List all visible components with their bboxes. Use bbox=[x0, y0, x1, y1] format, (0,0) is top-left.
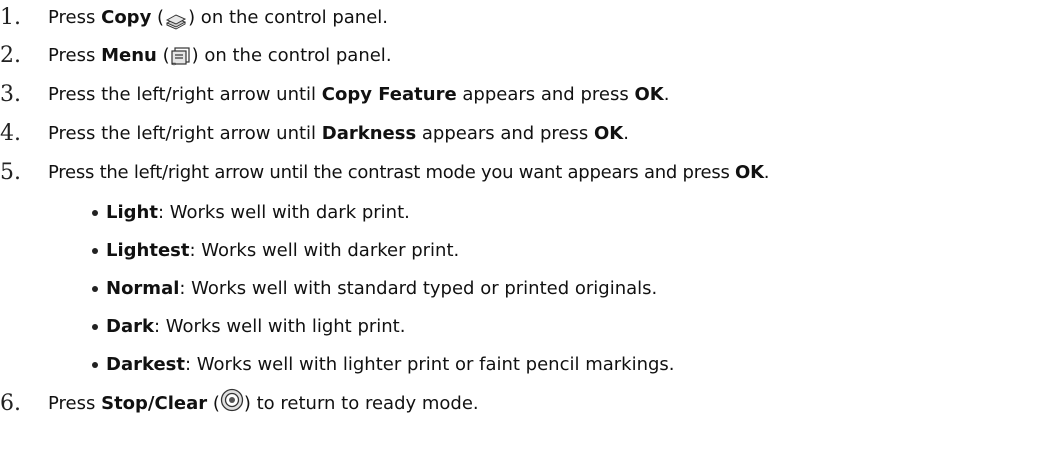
step-text: Press the left/right arrow until Copy Fe… bbox=[48, 77, 669, 113]
step-text-pre: Press the left/right arrow until bbox=[48, 123, 322, 144]
step-text-post: . bbox=[623, 123, 629, 144]
mode-desc: : Works well with light print. bbox=[153, 316, 406, 337]
mode-name: Lightest bbox=[106, 240, 190, 261]
mode-name: Darkest bbox=[106, 354, 185, 375]
ok-label: OK bbox=[634, 84, 664, 105]
mode-text: Normal: Works well with standard typed o… bbox=[106, 271, 657, 307]
darkness-label: Darkness bbox=[321, 123, 417, 144]
step-text: Press Copy ( ) on the control panel. bbox=[48, 0, 388, 36]
copy-icon bbox=[164, 8, 188, 30]
ok-label: OK bbox=[593, 123, 624, 144]
mode-desc: : Works well with lighter print or faint… bbox=[184, 354, 675, 375]
mode-text: Lightest: Works well with darker print. bbox=[106, 233, 459, 269]
step-text-post: . bbox=[763, 162, 770, 183]
stop-clear-label: Stop/Clear bbox=[101, 393, 208, 414]
stop-clear-icon bbox=[220, 388, 244, 412]
ok-label: OK bbox=[735, 162, 764, 183]
mode-name: Dark bbox=[106, 316, 154, 337]
bullet-dot bbox=[92, 324, 98, 330]
step-text-pre: Press bbox=[48, 393, 102, 414]
copy-label: Copy bbox=[101, 7, 152, 28]
mode-text: Dark: Works well with light print. bbox=[106, 309, 405, 345]
step-text-pre: Press bbox=[48, 7, 102, 28]
mode-text: Darkest: Works well with lighter print o… bbox=[106, 347, 675, 383]
bullet-dot bbox=[92, 248, 98, 254]
mode-name: Light bbox=[106, 202, 158, 223]
step-text: Press the left/right arrow until the con… bbox=[48, 155, 770, 191]
bullet-dot bbox=[92, 210, 98, 216]
step-text-pre: Press bbox=[48, 45, 102, 66]
step-text-mid: appears and press bbox=[416, 123, 594, 144]
mode-name: Normal bbox=[106, 278, 180, 299]
step-number: 2. bbox=[0, 43, 21, 68]
menu-icon: * bbox=[170, 45, 192, 70]
mode-desc: : Works well with dark print. bbox=[157, 202, 410, 223]
step-number: 4. bbox=[0, 121, 21, 146]
step-number: 6. bbox=[0, 391, 21, 416]
step-text: Press Menu (* ) on the control panel. bbox=[48, 38, 392, 74]
step-text: Press the left/right arrow until Darknes… bbox=[48, 116, 629, 152]
step-text-post: ) on the control panel. bbox=[188, 7, 388, 28]
step-text-post: . bbox=[663, 84, 670, 105]
mode-desc: : Works well with standard typed or prin… bbox=[179, 278, 658, 299]
paren-open: ( bbox=[151, 7, 165, 28]
step-text-mid: appears and press bbox=[456, 84, 635, 105]
step-number: 3. bbox=[0, 82, 21, 107]
copy-feature-label: Copy Feature bbox=[321, 84, 457, 105]
bullet-dot bbox=[92, 286, 98, 292]
menu-label: Menu bbox=[101, 45, 157, 66]
mode-desc: : Works well with darker print. bbox=[189, 240, 460, 261]
step-text: Press Stop/Clear ( ) to return to ready m… bbox=[48, 386, 479, 422]
paren-open: ( bbox=[156, 45, 170, 66]
step-text-post: ) on the control panel. bbox=[191, 45, 392, 66]
mode-text: Light: Works well with dark print. bbox=[106, 195, 410, 231]
step-text-post: ) to return to ready mode. bbox=[243, 393, 479, 414]
step-text-pre: Press the left/right arrow until the con… bbox=[48, 162, 736, 183]
step-number: 1. bbox=[0, 5, 21, 30]
step-number: 5. bbox=[0, 160, 21, 185]
bullet-dot bbox=[92, 362, 98, 368]
step-text-pre: Press the left/right arrow until bbox=[48, 84, 322, 105]
paren-open: ( bbox=[207, 393, 220, 414]
svg-text:*: * bbox=[172, 61, 176, 68]
